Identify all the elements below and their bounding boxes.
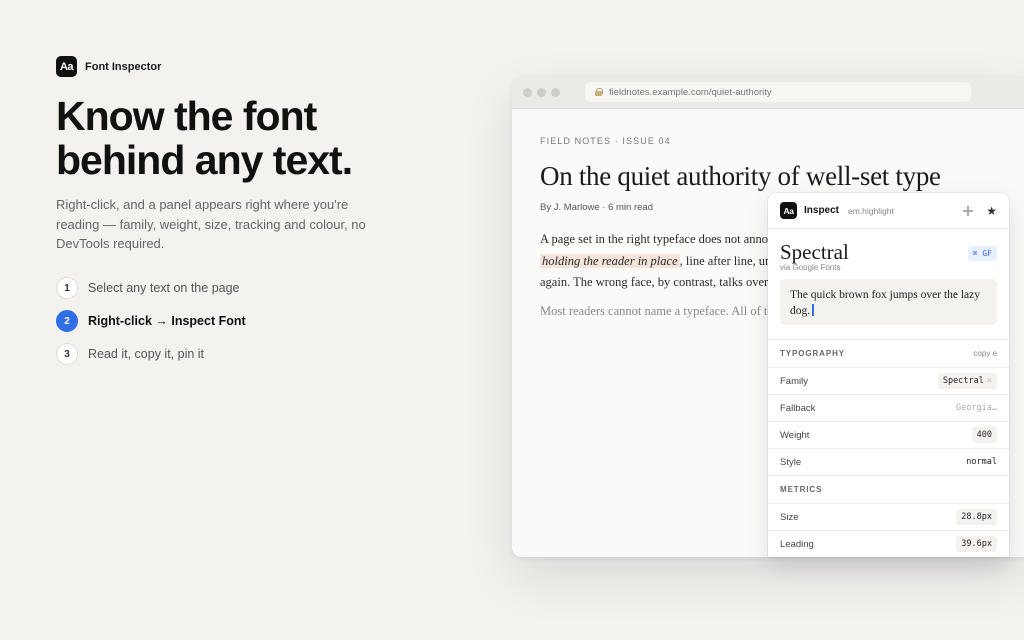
prop-row-style[interactable]: Style normal (768, 448, 1009, 475)
headline-line-2: behind any text. (56, 137, 353, 183)
typography-section-header: TYPOGRAPHY copy e (768, 339, 1009, 367)
font-name-row: Spectral ⌘ GF (768, 229, 1009, 263)
brand-name: Font Inspector (85, 60, 162, 73)
panel-logo: Aa (780, 202, 797, 219)
panel-selector: em.highlight (848, 205, 894, 216)
step-number: 2 (56, 310, 78, 332)
highlighted-text[interactable]: holding the reader in place (540, 253, 680, 268)
prop-row-weight[interactable]: Weight 400 (768, 421, 1009, 448)
inspector-panel: Aa Inspect em.highlight ★ Spectral ⌘ GF … (768, 193, 1009, 557)
panel-header: Aa Inspect em.highlight ★ (768, 193, 1009, 229)
sample-text-content: The quick brown fox jumps over the lazy … (790, 289, 981, 317)
step-label: Select any text on the page (88, 281, 240, 295)
window-zoom-dot[interactable] (551, 87, 560, 97)
brand: Aa Font Inspector (56, 56, 161, 77)
article-kicker: FIELD NOTES · ISSUE 04 (540, 136, 671, 146)
browser-chrome: fieldnotes.example.com/quiet-authority (512, 76, 1024, 109)
prop-name: Weight (780, 429, 810, 441)
prop-row-size[interactable]: Size 28.8px (768, 503, 1009, 530)
prop-name: Fallback (780, 402, 816, 414)
prop-value-text: Spectral (942, 376, 984, 386)
headline-line-1: Know the font (56, 93, 317, 139)
typography-label: TYPOGRAPHY (780, 349, 846, 358)
panel-actions: ★ (963, 205, 997, 217)
window-minimize-dot[interactable] (537, 87, 546, 97)
prop-value[interactable]: 39.6px (956, 536, 997, 552)
prop-row-leading[interactable]: Leading 39.6px (768, 530, 1009, 557)
panel-title: Inspect (804, 205, 840, 216)
close-icon[interactable]: × (987, 376, 992, 386)
text-caret (812, 304, 814, 316)
headline: Know the font behind any text. (56, 94, 436, 182)
step-label: Read it, copy it, pin it (88, 347, 205, 361)
copy-button[interactable]: copy e (973, 349, 997, 358)
url-text: fieldnotes.example.com/quiet-authority (609, 86, 772, 98)
step-2: 2 Right-click → Inspect Font (56, 310, 246, 332)
metrics-label: METRICS (780, 485, 823, 494)
address-bar[interactable]: fieldnotes.example.com/quiet-authority (585, 82, 971, 102)
prop-name: Style (780, 456, 802, 468)
prop-value[interactable]: 400 (971, 427, 997, 443)
prop-value[interactable]: normal (966, 457, 997, 467)
lock-icon (595, 88, 603, 96)
font-name: Spectral (780, 240, 849, 264)
step-1: 1 Select any text on the page (56, 277, 246, 299)
prop-value[interactable]: Georgia… (956, 403, 997, 413)
prop-name: Leading (780, 538, 814, 550)
metrics-section-header: METRICS (768, 475, 1009, 503)
prop-value[interactable]: 28.8px (956, 509, 997, 525)
prop-row-fallback[interactable]: Fallback Georgia… (768, 394, 1009, 421)
move-icon[interactable] (963, 205, 974, 216)
step-number: 3 (56, 343, 78, 365)
step-label: Right-click → Inspect Font (88, 314, 246, 328)
google-fonts-badge[interactable]: ⌘ GF (967, 246, 997, 261)
step-number: 1 (56, 277, 78, 299)
prop-value[interactable]: Spectral × (937, 373, 997, 389)
prop-name: Family (780, 375, 808, 387)
steps-list: 1 Select any text on the page 2 Right-cl… (56, 277, 246, 376)
step-3: 3 Read it, copy it, pin it (56, 343, 246, 365)
lede: Right-click, and a panel appears right w… (56, 197, 366, 251)
prop-row-family[interactable]: Family Spectral × (768, 367, 1009, 394)
window-close-dot[interactable] (523, 87, 532, 97)
sample-text[interactable]: The quick brown fox jumps over the lazy … (780, 279, 997, 325)
prop-name: Size (780, 511, 799, 523)
font-source: via Google Fonts (780, 263, 841, 272)
pin-icon[interactable]: ★ (986, 205, 997, 217)
article-title[interactable]: On the quiet authority of well-set type (540, 160, 1010, 192)
brand-logo: Aa (56, 56, 77, 77)
